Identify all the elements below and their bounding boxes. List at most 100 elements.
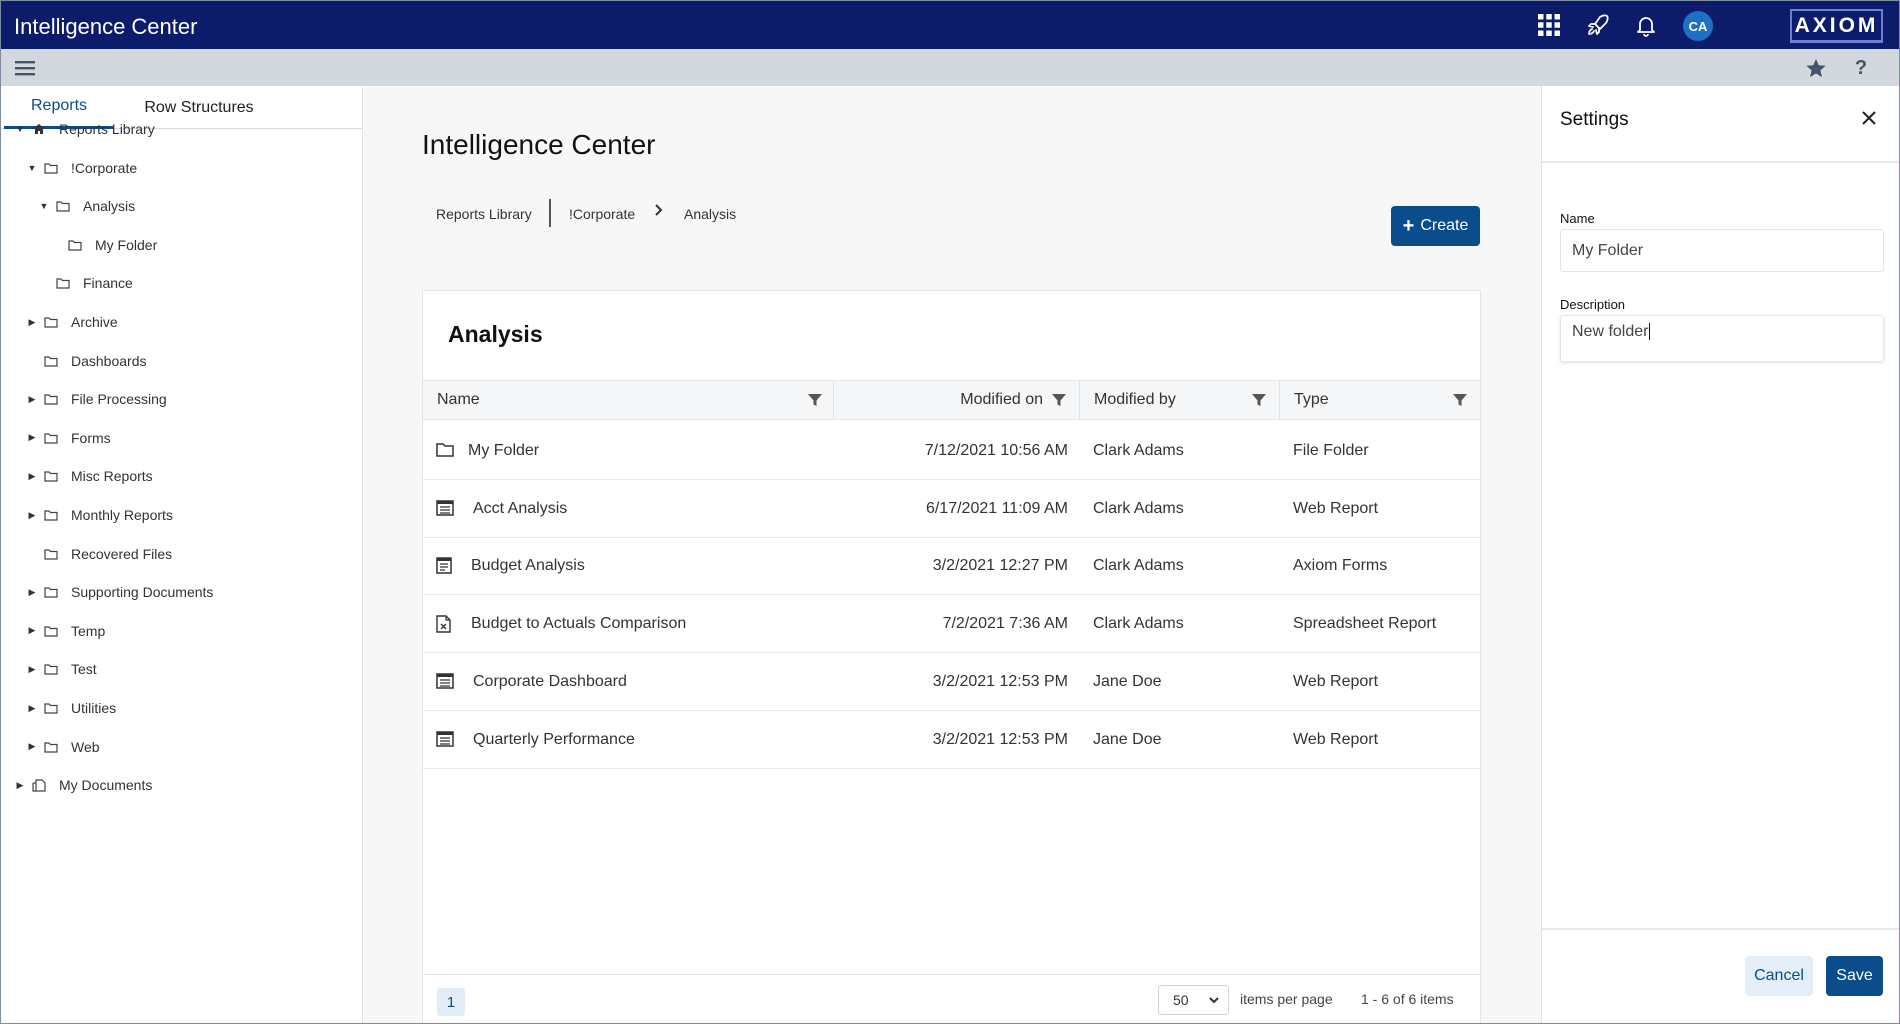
items-per-page-label: items per page <box>1240 991 1333 1007</box>
cell-name[interactable]: Corporate Dashboard <box>473 653 627 711</box>
caret-right-icon[interactable]: ▶ <box>26 741 38 752</box>
tree-item-label: Misc Reports <box>71 468 153 485</box>
breadcrumb-divider <box>549 199 551 227</box>
tree-item[interactable]: ▶ Utilities <box>26 696 117 720</box>
tree-item[interactable]: ▼ !Corporate <box>26 156 138 180</box>
cell-name[interactable]: My Folder <box>468 422 539 480</box>
tree-item[interactable]: ▶ Archive <box>26 310 118 334</box>
tree-item-label: Analysis <box>83 198 136 215</box>
folder-icon <box>44 162 58 174</box>
tree-item[interactable]: ▶ Supporting Documents <box>26 580 214 604</box>
cell-name[interactable]: Budget to Actuals Comparison <box>471 595 686 653</box>
tree-item[interactable]: My Folder <box>50 233 157 257</box>
settings-title: Settings <box>1560 109 1629 130</box>
cell-modified-on: 7/12/2021 10:56 AM <box>924 442 1068 459</box>
page-size-select[interactable]: 50 <box>1158 985 1229 1015</box>
folder-icon <box>44 663 58 675</box>
caret-right-icon[interactable]: ▶ <box>14 780 26 791</box>
bell-icon[interactable] <box>1633 12 1659 38</box>
caret-down-icon[interactable]: ▼ <box>26 163 38 173</box>
toolbar: ? <box>1 49 1899 86</box>
tree-item-label: Temp <box>71 622 106 639</box>
cell-name[interactable]: Budget Analysis <box>471 537 585 595</box>
breadcrumb-analysis[interactable]: Analysis <box>684 206 736 222</box>
breadcrumb-corporate[interactable]: !Corporate <box>569 206 635 222</box>
grid-header: Name Modified on Modified by Type <box>423 380 1480 420</box>
table-row[interactable]: Quarterly Performance 3/2/2021 12:53 PM Ja… <box>423 711 1480 769</box>
breadcrumb-reports-library[interactable]: Reports Library <box>436 206 532 222</box>
tree-item[interactable]: Finance <box>38 271 133 295</box>
cell-type: Spreadsheet Report <box>1293 615 1437 633</box>
settings-panel: Settings Name My Folder Description New … <box>1541 86 1899 1023</box>
page-title: Intelligence Center <box>422 129 656 160</box>
rocket-icon[interactable] <box>1585 12 1611 38</box>
tree-item[interactable]: ▼ Reports Library <box>14 117 155 141</box>
form-icon <box>436 557 454 575</box>
filter-icon[interactable] <box>807 392 823 408</box>
column-divider <box>1279 381 1280 419</box>
documents-icon <box>32 779 46 792</box>
tree-item[interactable]: ▼ Analysis <box>38 194 136 218</box>
caret-right-icon[interactable]: ▶ <box>26 625 38 636</box>
tree-item[interactable]: Recovered Files <box>26 542 172 566</box>
app-window: Intelligence Center CA AXIOM ? Reports R… <box>0 0 1900 1024</box>
star-icon[interactable] <box>1803 55 1829 81</box>
cell-modified-on: 7/2/2021 7:36 AM <box>942 615 1068 633</box>
tree-item[interactable]: ▶ Test <box>26 657 97 681</box>
create-button[interactable]: + Create <box>1391 206 1480 246</box>
description-field[interactable]: New folder <box>1560 315 1884 362</box>
home-icon <box>32 123 46 135</box>
folder-icon <box>56 200 70 212</box>
caret-right-icon[interactable]: ▶ <box>26 317 38 328</box>
filter-icon[interactable] <box>1452 392 1468 408</box>
page-button[interactable]: 1 <box>437 988 465 1016</box>
close-icon[interactable] <box>1858 107 1880 129</box>
filter-icon[interactable] <box>1251 392 1267 408</box>
table-row[interactable]: Acct Analysis 6/17/2021 11:09 AM Clark Ada… <box>423 480 1480 538</box>
caret-right-icon[interactable]: ▶ <box>26 471 38 482</box>
caret-right-icon[interactable]: ▶ <box>26 587 38 598</box>
table-row[interactable]: Budget to Actuals Comparison 7/2/2021 7:3… <box>423 595 1480 654</box>
column-header-modified-by[interactable]: Modified by <box>1094 381 1176 419</box>
cell-name[interactable]: Acct Analysis <box>473 480 567 538</box>
table-row[interactable]: Corporate Dashboard 3/2/2021 12:53 PM Jane… <box>423 653 1480 711</box>
cell-name[interactable]: Quarterly Performance <box>473 711 635 769</box>
avatar[interactable]: CA <box>1683 11 1713 41</box>
column-header-modified-on[interactable]: Modified on <box>833 381 1043 419</box>
tree-item[interactable]: ▶ Monthly Reports <box>26 503 173 527</box>
menu-icon[interactable] <box>12 55 38 81</box>
column-divider <box>1079 381 1080 419</box>
caret-right-icon[interactable]: ▶ <box>26 510 38 521</box>
name-label: Name <box>1560 211 1595 226</box>
table-row[interactable]: My Folder 7/12/2021 10:56 AM Clark Adams Fi… <box>423 422 1480 480</box>
caret-down-icon[interactable]: ▼ <box>14 124 26 134</box>
sidebar: Reports Row Structures ▼ Reports Library ▼… <box>1 86 363 1023</box>
caret-right-icon[interactable]: ▶ <box>26 703 38 714</box>
column-header-type[interactable]: Type <box>1294 381 1329 419</box>
web-report-icon <box>436 730 454 749</box>
caret-right-icon[interactable]: ▶ <box>26 394 38 405</box>
cancel-button[interactable]: Cancel <box>1745 956 1813 996</box>
table-row[interactable]: Budget Analysis 3/2/2021 12:27 PM Clark Ad… <box>423 537 1480 596</box>
tree-item[interactable]: ▶ File Processing <box>26 387 167 411</box>
name-field[interactable]: My Folder <box>1560 229 1884 272</box>
folder-icon <box>44 625 58 637</box>
caret-right-icon[interactable]: ▶ <box>26 432 38 443</box>
tree-item[interactable]: ▶ My Documents <box>14 773 153 797</box>
tree-item[interactable]: ▶ Misc Reports <box>26 464 153 488</box>
caret-right-icon[interactable]: ▶ <box>26 664 38 675</box>
caret-down-icon[interactable]: ▼ <box>38 201 50 211</box>
app-grid-icon[interactable] <box>1536 12 1562 38</box>
folder-icon <box>44 393 58 405</box>
save-button[interactable]: Save <box>1826 956 1883 996</box>
tree-item[interactable]: Dashboards <box>26 349 147 373</box>
column-header-name[interactable]: Name <box>437 381 480 419</box>
help-icon[interactable]: ? <box>1848 55 1874 81</box>
folder-icon <box>44 741 58 753</box>
filter-icon[interactable] <box>1051 392 1067 408</box>
tree-item[interactable]: ▶ Forms <box>26 426 111 450</box>
tree-item[interactable]: ▶ Web <box>26 735 100 759</box>
tree-item[interactable]: ▶ Temp <box>26 619 106 643</box>
tree-item-label: Finance <box>83 275 133 292</box>
tree-item-label: Test <box>71 661 97 678</box>
